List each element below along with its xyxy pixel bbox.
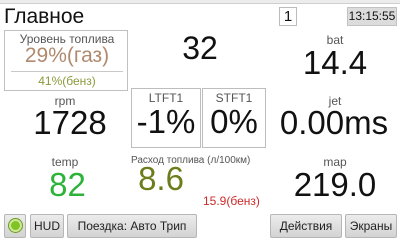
stft1-tile[interactable]: STFT1 0% [202,88,266,148]
fuel-level-tile[interactable]: Уровень топлива 29%(газ) 41%(бенз) [4,30,128,91]
temp-value[interactable]: 82 [20,166,115,204]
fuel-level-gas-value: 29%(газ) [24,44,110,67]
ltft1-tile[interactable]: LTFT1 -1% [131,88,201,148]
bat-value[interactable]: 14.4 [270,44,400,82]
trip-button[interactable]: Поездка: Авто Трип [67,214,197,238]
center-top-value[interactable]: 32 [140,30,260,67]
fuel-level-petrol-value: 41%(бенз) [38,74,96,88]
clock: 13:15:55 [347,7,397,26]
page-number-indicator[interactable]: 1 [279,7,297,26]
status-indicator-icon [9,219,22,232]
connection-status-button[interactable] [4,214,26,238]
jet-value[interactable]: 0.00ms [268,104,400,142]
stft1-value: 0% [210,103,258,140]
screen-title: Главное [4,5,85,28]
fuel-consumption-petrol-value: 15.9(бенз) [203,194,260,208]
map-value[interactable]: 219.0 [270,166,400,204]
fuel-consumption-value[interactable]: 8.6 [131,160,191,198]
actions-button[interactable]: Действия [270,214,342,238]
hud-button[interactable]: HUD [30,214,64,238]
rpm-value[interactable]: 1728 [10,104,130,142]
ltft1-value: -1% [136,103,196,140]
fuel-level-divider [11,71,123,72]
screens-button[interactable]: Экраны [345,214,397,238]
